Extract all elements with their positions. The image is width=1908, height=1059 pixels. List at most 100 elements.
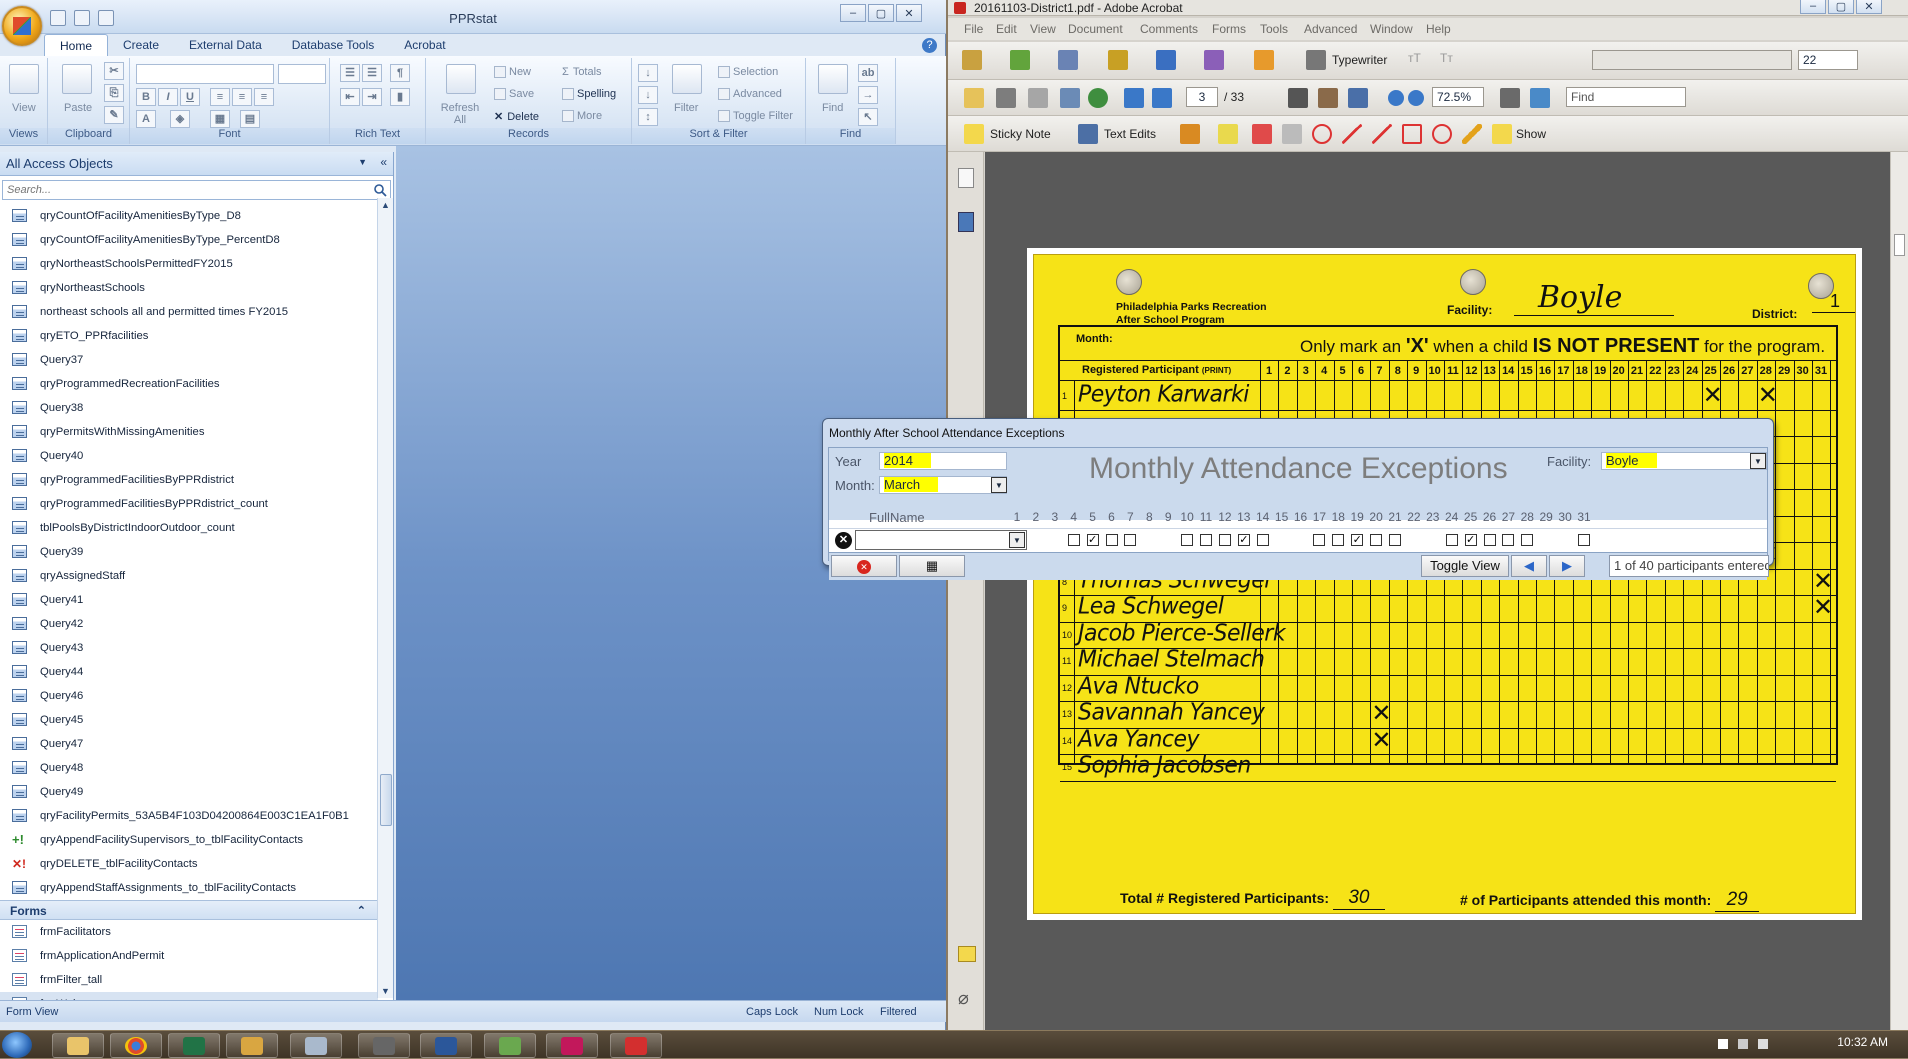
align-right-icon[interactable]: ≡ bbox=[254, 88, 274, 106]
line-icon[interactable] bbox=[1372, 124, 1392, 144]
chevron-down-icon[interactable]: ▼ bbox=[358, 157, 367, 167]
bold-icon[interactable]: B bbox=[136, 88, 156, 106]
underline-icon[interactable]: U bbox=[180, 88, 200, 106]
selection-button[interactable]: Selection bbox=[718, 66, 778, 79]
font-size-field[interactable]: 22 bbox=[1798, 50, 1858, 70]
nav-query-item[interactable]: Query39 bbox=[0, 540, 378, 564]
gridlines-icon[interactable]: ▦ bbox=[210, 110, 230, 128]
export-icon[interactable] bbox=[1058, 50, 1078, 70]
oval-icon[interactable] bbox=[1432, 124, 1452, 144]
taskbar-excel[interactable] bbox=[168, 1033, 220, 1058]
spelling-button[interactable]: Spelling bbox=[562, 88, 616, 101]
sign-icon[interactable] bbox=[1156, 50, 1176, 70]
taskbar-acrobat[interactable] bbox=[610, 1033, 662, 1058]
show-icon[interactable] bbox=[1492, 124, 1512, 144]
nav-query-item[interactable]: Query46 bbox=[0, 684, 378, 708]
review-icon[interactable] bbox=[1254, 50, 1274, 70]
alternate-fill-icon[interactable]: ▤ bbox=[240, 110, 260, 128]
fit-width-icon[interactable] bbox=[1530, 88, 1550, 108]
day-absence-checkbox[interactable]: ✓ bbox=[1237, 534, 1250, 546]
numbering-icon[interactable]: ☰ bbox=[362, 64, 382, 82]
day-absence-checkbox[interactable] bbox=[1218, 534, 1231, 546]
show-button[interactable]: Show bbox=[1516, 127, 1546, 141]
print-icon[interactable] bbox=[996, 88, 1016, 108]
save-record-button[interactable]: Save bbox=[494, 88, 534, 101]
day-absence-checkbox[interactable]: ✓ bbox=[1464, 534, 1477, 546]
web-icon[interactable] bbox=[1088, 88, 1108, 108]
day-absence-checkbox[interactable] bbox=[1200, 534, 1212, 546]
comments-panel-icon[interactable] bbox=[958, 946, 976, 962]
text-edits-button[interactable]: Text Edits bbox=[1104, 127, 1156, 141]
previous-record-icon[interactable]: ◀ bbox=[1511, 555, 1547, 577]
nav-query-item[interactable]: qryProgrammedFacilitiesByPPRdistrict_cou… bbox=[0, 492, 378, 516]
nav-query-item[interactable]: qryCountOfFacilityAmenitiesByType_D8 bbox=[0, 204, 378, 228]
taskbar-cmd[interactable] bbox=[358, 1033, 410, 1058]
menu-tools[interactable]: Tools bbox=[1260, 22, 1288, 36]
nav-scrollbar[interactable]: ▲ ▼ bbox=[377, 198, 393, 998]
nav-query-item[interactable]: Query37 bbox=[0, 348, 378, 372]
maximize-button[interactable]: ▢ bbox=[868, 4, 894, 22]
zoom-field[interactable]: 72.5% bbox=[1432, 87, 1484, 107]
arrow-icon[interactable] bbox=[1342, 124, 1362, 144]
run-report-button[interactable]: ▦ bbox=[899, 555, 965, 577]
sticky-note-icon[interactable] bbox=[964, 124, 984, 144]
marquee-zoom-icon[interactable] bbox=[1348, 88, 1368, 108]
scroll-up-icon[interactable]: ▲ bbox=[381, 200, 390, 210]
sticky-note-button[interactable]: Sticky Note bbox=[990, 127, 1051, 141]
secure-icon[interactable] bbox=[1108, 50, 1128, 70]
flag-icon[interactable] bbox=[1718, 1039, 1728, 1049]
collapse-group-icon[interactable]: ⌃ bbox=[357, 904, 366, 917]
italic-icon[interactable]: I bbox=[158, 88, 178, 106]
highlight-icon[interactable]: ▮ bbox=[390, 88, 410, 106]
open-folder-icon[interactable] bbox=[964, 88, 984, 108]
facility-combo[interactable]: Boyle bbox=[1601, 452, 1767, 470]
facility-dropdown-icon[interactable]: ▼ bbox=[1750, 453, 1766, 469]
nav-query-item[interactable]: Query49 bbox=[0, 780, 378, 804]
menu-edit[interactable]: Edit bbox=[996, 22, 1017, 36]
day-absence-checkbox[interactable] bbox=[1124, 534, 1137, 546]
network-icon[interactable] bbox=[1738, 1039, 1748, 1049]
nav-query-item[interactable]: Query40 bbox=[0, 444, 378, 468]
menu-help[interactable]: Help bbox=[1426, 22, 1451, 36]
filter-button[interactable]: Filter bbox=[674, 102, 698, 114]
nav-query-item[interactable]: qryPermitsWithMissingAmenities bbox=[0, 420, 378, 444]
nav-form-item[interactable]: frmFacilitators bbox=[0, 920, 378, 944]
day-absence-checkbox[interactable] bbox=[1105, 534, 1118, 546]
page-number-field[interactable]: 3 bbox=[1186, 87, 1218, 107]
increase-indent-icon[interactable]: ⇥ bbox=[362, 88, 382, 106]
nav-query-item[interactable]: qryDELETE_tblFacilityContacts bbox=[0, 852, 378, 876]
paste-icon[interactable] bbox=[62, 64, 92, 94]
nav-query-item[interactable]: qryETO_PPRfacilities bbox=[0, 324, 378, 348]
next-record-icon[interactable]: ▶ bbox=[1549, 555, 1585, 577]
day-absence-checkbox[interactable] bbox=[1445, 534, 1458, 546]
nav-query-item[interactable]: Query47 bbox=[0, 732, 378, 756]
day-absence-checkbox[interactable] bbox=[1389, 534, 1401, 546]
taskbar-explorer[interactable] bbox=[52, 1033, 104, 1058]
nav-query-item[interactable]: northeast schools all and permitted time… bbox=[0, 300, 378, 324]
clear-sort-icon[interactable]: ↕ bbox=[638, 108, 658, 126]
day-absence-checkbox[interactable]: ✓ bbox=[1351, 534, 1364, 546]
nav-query-item[interactable]: Query42 bbox=[0, 612, 378, 636]
month-combo[interactable]: March bbox=[879, 476, 1007, 494]
day-absence-checkbox[interactable] bbox=[1370, 534, 1383, 546]
sort-ascending-icon[interactable]: ↓ bbox=[638, 64, 658, 82]
pages-panel-icon[interactable] bbox=[958, 168, 974, 188]
view-button[interactable]: View bbox=[12, 102, 36, 114]
menu-file[interactable]: File bbox=[964, 22, 983, 36]
search-icon[interactable] bbox=[373, 183, 387, 197]
hand-tool-icon[interactable] bbox=[1318, 88, 1338, 108]
taskbar-premiere[interactable] bbox=[546, 1033, 598, 1058]
combine-icon[interactable] bbox=[1010, 50, 1030, 70]
menu-view[interactable]: View bbox=[1030, 22, 1056, 36]
nav-query-item[interactable]: Query48 bbox=[0, 756, 378, 780]
typewriter-button[interactable]: Typewriter bbox=[1332, 53, 1387, 67]
next-page-icon[interactable] bbox=[1152, 88, 1172, 108]
nav-query-item[interactable]: qryProgrammedRecreationFacilities bbox=[0, 372, 378, 396]
view-icon[interactable] bbox=[9, 64, 39, 94]
select-icon[interactable]: ↖ bbox=[858, 108, 878, 126]
text-edits-icon[interactable] bbox=[1078, 124, 1098, 144]
sort-descending-icon[interactable]: ↓ bbox=[638, 86, 658, 104]
fit-page-icon[interactable] bbox=[1500, 88, 1520, 108]
menu-advanced[interactable]: Advanced bbox=[1304, 22, 1357, 36]
stamp-icon[interactable] bbox=[1180, 124, 1200, 144]
